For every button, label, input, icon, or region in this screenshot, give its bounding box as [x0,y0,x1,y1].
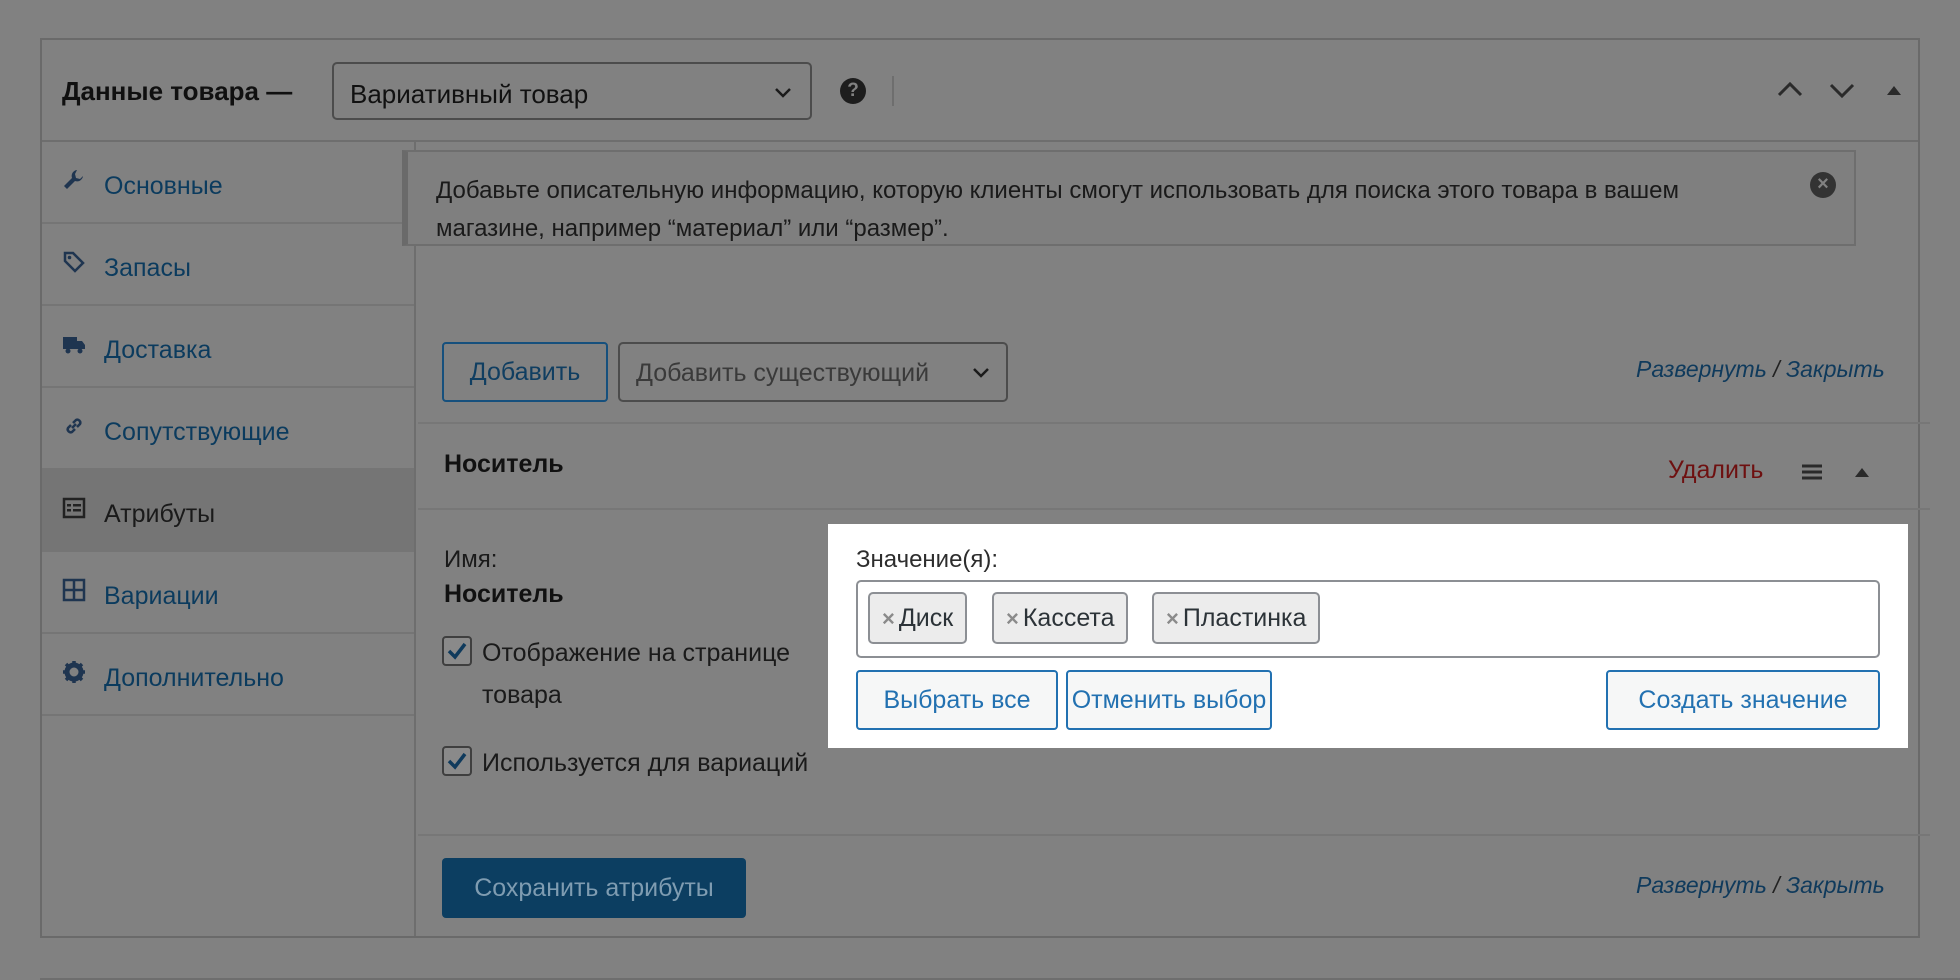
used-for-variations-label: Используется для вариаций [482,749,809,777]
remove-attribute-link[interactable]: Удалить [1668,456,1763,485]
link-separator: / [1773,872,1780,898]
divider [418,508,1930,510]
tab-variations[interactable]: Вариации [42,552,414,634]
tab-label: Доставка [104,336,212,364]
add-attribute-button[interactable]: Добавить [442,342,608,402]
tab-label: Дополнительно [104,664,284,692]
move-up-button[interactable] [1772,72,1808,108]
expand-close-links-top: Развернуть / Закрыть [1636,356,1885,383]
grid-icon [62,578,86,602]
chip-remove-icon[interactable]: × [1006,606,1019,631]
chevron-down-icon [973,368,989,378]
tab-label: Атрибуты [104,500,216,528]
attribute-title[interactable]: Носитель [444,450,564,479]
tab-linked-products[interactable]: Сопутствующие [42,388,414,470]
gear-icon [63,661,85,683]
used-for-variations-checkbox[interactable] [442,746,472,776]
close-all-link[interactable]: Закрыть [1786,872,1885,898]
tab-shipping[interactable]: Доставка [42,306,414,388]
add-existing-label: Добавить существующий [636,359,930,387]
tab-advanced[interactable]: Дополнительно [42,634,414,716]
product-type-select[interactable]: Вариативный товар [332,62,812,120]
attribute-values-section: Значение(я): × Диск × Кассета × Пластинка В… [828,524,1908,748]
tab-general[interactable]: Основные [42,142,414,224]
panel-title: Данные товара — [62,76,293,106]
checkmark-icon [447,642,467,660]
help-icon[interactable]: ? [840,78,866,104]
chevron-down-icon [1829,83,1855,99]
tab-label: Запасы [104,254,191,282]
attribute-name-value: Носитель [444,580,564,608]
values-label: Значение(я): [856,546,999,573]
visible-on-product-checkbox[interactable] [442,636,472,666]
truck-icon [63,337,85,354]
deselect-all-button[interactable]: Отменить выбор [1066,670,1272,730]
notice-text: Добавьте описательную информацию, котору… [436,177,1679,242]
triangle-up-icon[interactable] [1848,458,1876,486]
move-down-button[interactable] [1824,72,1860,108]
chip-label: Пластинка [1182,604,1307,632]
drag-handle-icon[interactable] [1798,458,1826,486]
product-type-value: Вариативный товар [350,79,589,109]
value-chip: × Диск [868,592,968,644]
expand-all-link[interactable]: Развернуть [1636,872,1767,898]
chip-label: Диск [898,604,954,632]
tags-icon [63,251,85,273]
tab-label: Сопутствующие [104,418,290,446]
value-chip: × Кассета [992,592,1129,644]
divider [418,422,1930,424]
checkmark-icon [447,752,467,770]
link-separator: / [1773,356,1780,382]
divider [418,834,1930,836]
info-notice: Добавьте описательную информацию, котору… [402,150,1856,246]
attribute-name-label: Имя: [444,546,498,573]
select-all-button[interactable]: Выбрать все [856,670,1058,730]
add-existing-select[interactable]: Добавить существующий [618,342,1008,402]
list-view-icon [62,497,86,519]
create-value-button[interactable]: Создать значение [1606,670,1880,730]
panel-header: Данные товара — Вариативный товар ? [42,40,1918,142]
chip-remove-icon[interactable]: × [1166,606,1179,631]
chevron-down-icon [775,88,791,98]
close-all-link[interactable]: Закрыть [1786,356,1885,382]
header-divider [892,76,894,106]
link-icon [66,418,82,434]
values-multiselect[interactable]: × Диск × Кассета × Пластинка [856,580,1880,658]
visible-on-product-label: Отображение на странице товара [482,639,791,709]
triangle-up-icon [1887,86,1901,95]
product-data-tabs: Основные Запасы Доставка Сопутствующие А… [42,142,416,936]
tab-inventory[interactable]: Запасы [42,224,414,306]
value-chip: × Пластинка [1152,592,1321,644]
chevron-up-icon [1777,81,1803,97]
tab-attributes[interactable]: Атрибуты [42,470,414,552]
wrench-icon [64,170,83,189]
expand-all-link[interactable]: Развернуть [1636,356,1767,382]
tab-label: Вариации [104,582,219,610]
expand-close-links-bottom: Развернуть / Закрыть [1636,872,1885,899]
close-icon[interactable]: × [1810,172,1836,198]
chip-remove-icon[interactable]: × [882,606,895,631]
save-attributes-button[interactable]: Сохранить атрибуты [442,858,746,918]
tab-label: Основные [104,172,223,200]
toggle-panel-button[interactable] [1876,72,1912,108]
chip-label: Кассета [1022,604,1115,632]
